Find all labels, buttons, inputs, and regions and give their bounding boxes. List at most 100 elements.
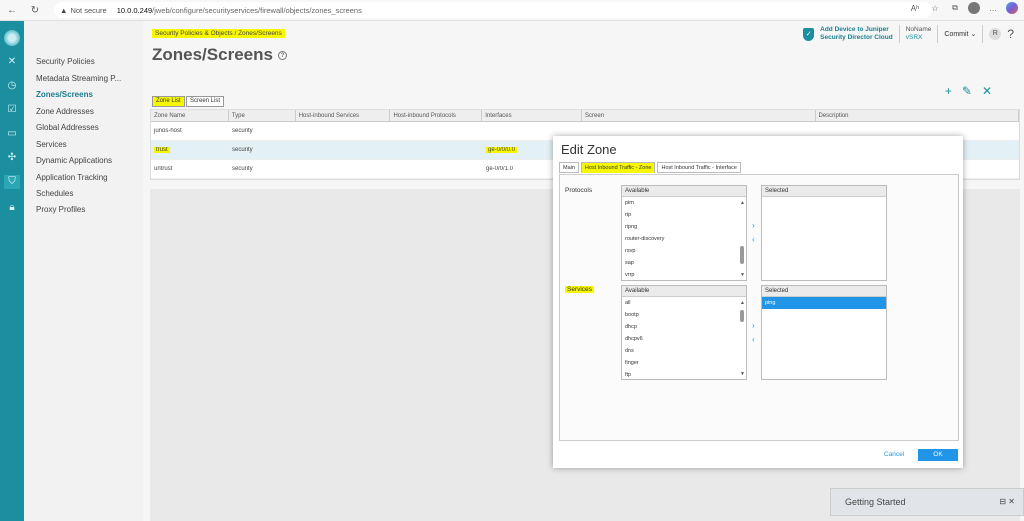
devices-icon[interactable]: ▭ — [4, 127, 20, 141]
device-info: NoName vSRX — [906, 26, 932, 42]
sidebar-item-zones-screens[interactable]: Zones/Screens — [36, 90, 93, 99]
move-right-icon[interactable]: › — [752, 221, 755, 230]
list-item[interactable]: pim — [622, 197, 746, 209]
getting-started-panel[interactable]: Getting Started ⊟ ✕ — [830, 488, 1024, 516]
help-circle-icon[interactable]: ? — [277, 51, 287, 61]
list-item[interactable]: rip — [622, 209, 746, 221]
scroll-up-icon[interactable]: ▲ — [740, 200, 745, 206]
list-item[interactable]: vrrp — [622, 269, 746, 281]
warning-icon: ▲ — [60, 5, 68, 15]
tab-screen-list[interactable]: Screen List — [186, 96, 225, 107]
scroll-up-icon[interactable]: ▲ — [740, 300, 745, 306]
sidebar-item-services[interactable]: Services — [36, 140, 67, 149]
url-path: /jweb/configure/securityservices/firewal… — [152, 5, 362, 15]
list-item[interactable]: rsvp — [622, 245, 746, 257]
commit-dropdown[interactable]: Commit ⌄ — [944, 30, 976, 38]
lock-icon[interactable]: 🔒︎ — [4, 201, 20, 215]
interfaces-cell: ge-0/0/0.0 — [486, 147, 518, 153]
services-selected-list[interactable]: Selected ping — [761, 285, 887, 380]
move-left-icon[interactable]: ‹ — [752, 235, 755, 244]
divider — [937, 25, 939, 43]
getting-started-label: Getting Started — [845, 497, 906, 507]
list-item[interactable]: router-discovery — [622, 233, 746, 245]
tab-zone-list[interactable]: Zone List — [152, 96, 185, 107]
sidebar-item-dynamic-applications[interactable]: Dynamic Applications — [36, 156, 112, 165]
divider — [898, 25, 900, 43]
url-host: 10.0.0.249 — [116, 5, 153, 15]
column-header[interactable]: Zone Name — [151, 110, 229, 121]
table-header: Zone Name Type Host-inbound Services Hos… — [151, 110, 1020, 122]
sidebar: Security Policies Metadata Streaming P..… — [24, 21, 143, 521]
dialog-tabs: Main Host Inbound Traffic - Zone Host In… — [559, 162, 741, 173]
user-avatar[interactable]: R — [989, 28, 1002, 40]
cancel-button[interactable]: Cancel — [884, 451, 904, 458]
services-available-list[interactable]: Available all bootp dhcp dhcpv6 dns fing… — [621, 285, 747, 380]
read-aloud-icon[interactable]: Aʰ — [908, 4, 922, 13]
move-left-icon[interactable]: ‹ — [752, 335, 755, 344]
help-icon[interactable]: ? — [1007, 27, 1014, 41]
sidebar-item-zone-addresses[interactable]: Zone Addresses — [36, 107, 94, 116]
list-item[interactable]: bootp — [622, 309, 746, 321]
back-icon[interactable]: ← — [4, 2, 20, 18]
dialog-body: Protocols Available pim rip ripng router… — [559, 174, 959, 441]
list-item[interactable]: dns — [622, 345, 746, 357]
column-header[interactable]: Host-inbound Services — [296, 110, 391, 121]
protocols-selected-list[interactable]: Selected — [761, 185, 887, 281]
scrollbar-thumb[interactable] — [740, 310, 744, 322]
column-header[interactable]: Screen — [582, 110, 816, 121]
scrollbar-thumb[interactable] — [740, 246, 744, 264]
shield-icon: ✓ — [803, 27, 815, 41]
sidebar-item-global-addresses[interactable]: Global Addresses — [36, 123, 99, 132]
browser-toolbar: ← ↻ ▲ Not secure 10.0.0.249 /jweb/config… — [0, 0, 1024, 21]
tab-host-inbound-interface[interactable]: Host Inbound Traffic - Interface — [657, 162, 741, 173]
list-item[interactable]: finger — [622, 357, 746, 369]
column-header[interactable]: Description — [816, 110, 1020, 121]
close-menu-icon[interactable]: ✕ — [4, 55, 20, 69]
dashboard-icon[interactable]: ◷ — [4, 79, 20, 93]
move-right-icon[interactable]: › — [752, 321, 755, 330]
list-item[interactable]: dhcpv6 — [622, 333, 746, 345]
device-type: vSRX — [905, 34, 923, 41]
tab-main[interactable]: Main — [559, 162, 579, 173]
reload-icon[interactable]: ↻ — [27, 2, 43, 18]
edit-icon[interactable]: ✎ — [962, 84, 972, 98]
favorite-icon[interactable]: ☆ — [928, 4, 942, 13]
list-item[interactable]: ping — [762, 297, 886, 309]
left-rail: ✕ ◷ ☑ ▭ ✣ ⛉ 🔒︎ — [0, 21, 24, 521]
list-item[interactable]: ripng — [622, 221, 746, 233]
delete-icon[interactable]: ✕ — [982, 84, 992, 98]
add-device-line2: Security Director Cloud — [820, 34, 893, 41]
collections-icon[interactable]: ⧉ — [948, 3, 962, 13]
list-item[interactable]: all — [622, 297, 746, 309]
security-shield-icon[interactable]: ⛉ — [4, 175, 20, 189]
more-icon[interactable]: … — [986, 4, 1000, 13]
copilot-icon[interactable] — [1006, 2, 1018, 14]
sidebar-item-application-tracking[interactable]: Application Tracking — [36, 173, 108, 182]
tab-host-inbound-zone[interactable]: Host Inbound Traffic - Zone — [580, 162, 656, 173]
add-device-link[interactable]: Add Device to Juniper Security Director … — [820, 26, 893, 42]
sidebar-item-schedules[interactable]: Schedules — [36, 189, 73, 198]
zone-name-cell: junos-host — [154, 128, 182, 134]
sidebar-item-proxy-profiles[interactable]: Proxy Profiles — [36, 205, 85, 214]
app-logo-icon[interactable] — [4, 30, 20, 46]
services-label: Services — [565, 286, 594, 293]
column-header[interactable]: Interfaces — [482, 110, 583, 121]
protocols-available-list[interactable]: Available pim rip ripng router-discovery… — [621, 185, 747, 281]
sidebar-item-metadata-streaming[interactable]: Metadata Streaming P... — [36, 74, 121, 83]
add-icon[interactable]: + — [945, 84, 952, 98]
list-item[interactable]: dhcp — [622, 321, 746, 333]
ok-button[interactable]: OK — [918, 449, 958, 461]
list-item[interactable]: sap — [622, 257, 746, 269]
address-bar[interactable]: ▲ Not secure 10.0.0.249 /jweb/configure/… — [54, 2, 932, 18]
panel-controls-icon[interactable]: ⊟ ✕ — [999, 497, 1015, 506]
list-item[interactable]: ftp — [622, 369, 746, 381]
column-header[interactable]: Host-inbound Protocols — [390, 110, 483, 121]
profile-avatar[interactable] — [968, 2, 980, 14]
monitor-icon[interactable]: ☑ — [4, 103, 20, 117]
sidebar-item-security-policies[interactable]: Security Policies — [36, 57, 95, 66]
network-icon[interactable]: ✣ — [4, 151, 20, 165]
scroll-down-icon[interactable]: ▼ — [740, 371, 745, 377]
breadcrumb[interactable]: Security Policies & Objects / Zones/Scre… — [152, 29, 285, 38]
scroll-down-icon[interactable]: ▼ — [740, 272, 745, 278]
column-header[interactable]: Type — [229, 110, 296, 121]
